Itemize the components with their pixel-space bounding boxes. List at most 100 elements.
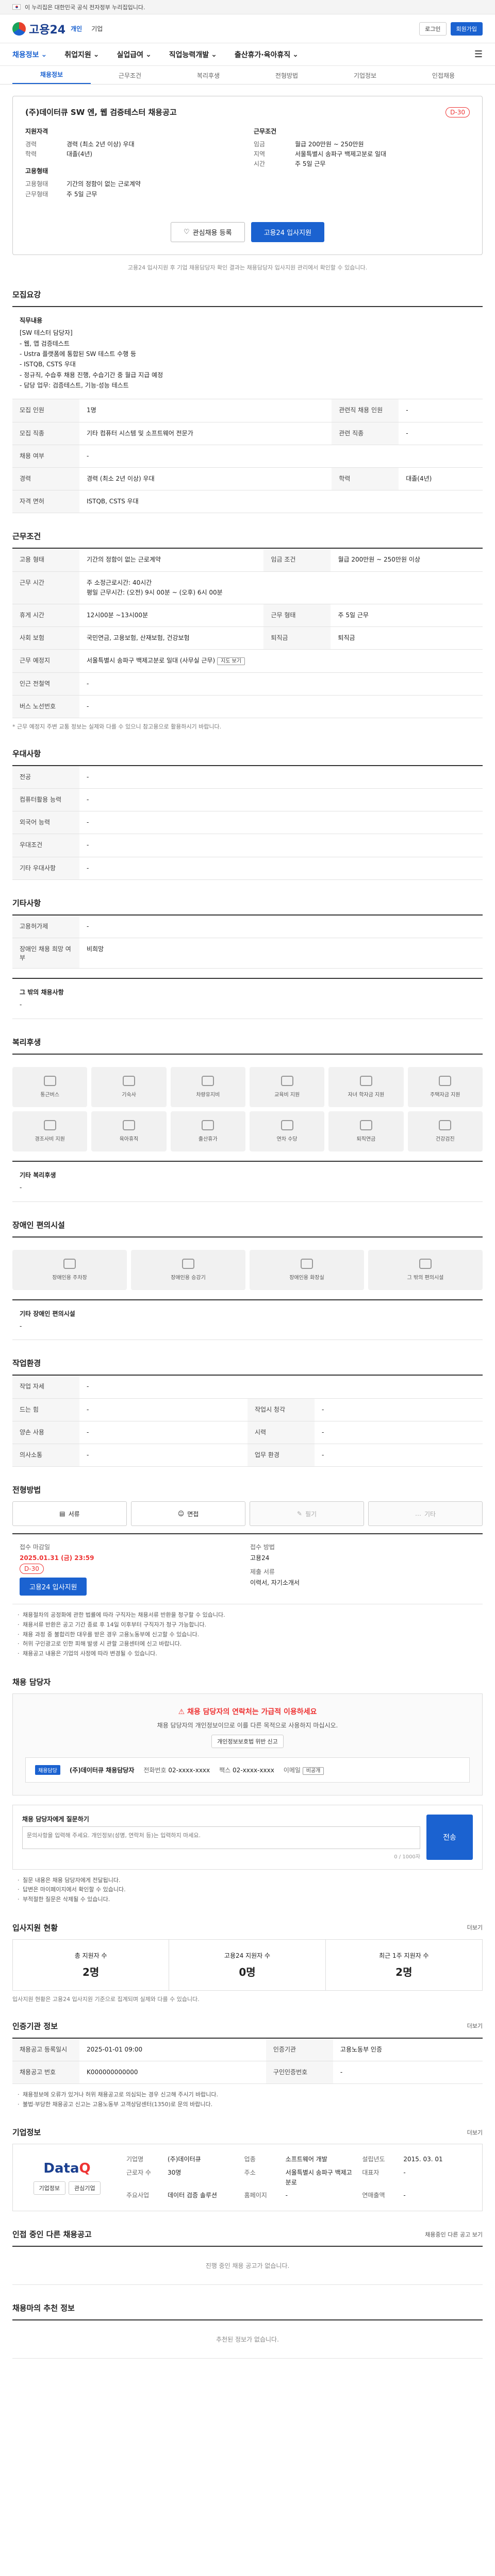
education-icon	[280, 1076, 293, 1087]
kv-key: 고용형태	[25, 180, 48, 188]
prefer-section: 우대사항 전공 - 컴퓨터활용 능력 - 외국어 능력 - 우대조건 - 기타 우대사항…	[12, 748, 483, 880]
etc-icon: …	[415, 1510, 421, 1518]
notice-item: 채용 과정 중 불합리한 대우를 받은 경우 고용노동부에 신고할 수 있습니다…	[18, 1630, 483, 1640]
top-link-personal[interactable]: 개인	[71, 24, 82, 33]
tab-process[interactable]: 전형방법	[248, 71, 326, 84]
section-title: 작업환경	[12, 1359, 41, 1368]
inquiry-input[interactable]	[22, 1826, 420, 1849]
welfare-section: 복리후생 통근버스 기숙사 차량유지비 교육비 지원 자녀 학자금 지원 주택자…	[12, 1037, 483, 1202]
more-link[interactable]: 더보기	[467, 2022, 483, 2030]
table-row: 드는 힘 - 작업시 청각 -	[12, 1398, 483, 1421]
kv-value: 경력 (최소 2년 이상) 우대	[67, 141, 135, 148]
section-title: 채용 담당자	[12, 1677, 51, 1687]
prefer-table: 전공 - 컴퓨터활용 능력 - 외국어 능력 - 우대조건 - 기타 우대사항 -	[12, 765, 483, 880]
table-row: 작업 자세 -	[12, 1375, 483, 1399]
inquiry-count: 0 / 1000자	[394, 1854, 420, 1860]
table-row: 채용공고 등록일시 2025-01-01 09:00 인증기관 고용노동부 인증	[12, 2038, 483, 2061]
house-icon	[439, 1076, 452, 1087]
inquiry-notes: 질문 내용은 채용 담당자에게 전달됩니다. 답변은 마이페이지에서 확인할 수…	[12, 1876, 483, 1905]
environment-table: 작업 자세 - 드는 힘 - 작업시 청각 - 양손 사용 - 시력 - 의사소통 - 업무 환경…	[12, 1375, 483, 1467]
method-document: ▤ 서류	[12, 1501, 127, 1527]
table-row: 사회 보험 국민연금, 고용보험, 산재보험, 건강보험 퇴직금 퇴직금	[12, 626, 483, 650]
chevron-down-icon: ⌄	[145, 50, 152, 59]
health-icon	[439, 1120, 452, 1131]
notice-item: 부적절한 질문은 삭제될 수 있습니다.	[18, 1895, 483, 1905]
chevron-down-icon: ⌄	[292, 50, 299, 59]
section-title: 인접 중인 다른 채용공고	[12, 2230, 92, 2240]
disability-box: 기타 장애인 편의시설 -	[12, 1299, 483, 1341]
welfare-item: 주택자금 지원	[407, 1066, 483, 1107]
table-row: 채용 여부 -	[12, 445, 483, 468]
gift-icon	[43, 1120, 56, 1131]
method-written: ✎ 필기	[250, 1501, 364, 1527]
table-row: 우대조건 -	[12, 834, 483, 857]
logo-icon	[12, 22, 26, 36]
environment-section: 작업환경 작업 자세 - 드는 힘 - 작업시 청각 - 양손 사용 - 시력 - 의사소통 -…	[12, 1358, 483, 1467]
section-title: 채용마의 추천 정보	[12, 2303, 75, 2313]
kv-key: 임금	[254, 141, 266, 148]
applicants-section: 입사지원 현황 더보기 총 지원자 수 2명 고용24 지원자 수 0명 최근 1주 …	[12, 1922, 483, 2003]
leave-icon	[202, 1120, 214, 1131]
job-content-box: 직무내용 [SW 테스터 담당자] - 웹, 앱 검증테스트 - Ustra 플…	[12, 306, 483, 400]
more-link[interactable]: 채용중인 다른 공고 보기	[425, 2230, 483, 2239]
gnb-item-training[interactable]: 직업능력개발 ⌄	[169, 49, 217, 60]
welfare-grid: 통근버스 기숙사 차량유지비 교육비 지원 자녀 학자금 지원 주택자금 지원 …	[12, 1066, 483, 1151]
deadline-label: 접수 마감일	[20, 1544, 51, 1551]
section-title: 인증기관 정보	[12, 2021, 58, 2031]
welfare-item: 자녀 학자금 지원	[328, 1066, 404, 1107]
table-row: 경력 경력 (최소 2년 이상) 우대 학력 대졸(4년)	[12, 467, 483, 491]
more-link[interactable]: 더보기	[467, 2128, 483, 2137]
manager-name: (주)데이터큐 채용담당자	[69, 1766, 135, 1774]
apply-button[interactable]: 고용24 입사지원	[251, 222, 324, 242]
top-links: 개인 기업	[71, 24, 103, 33]
notice-item: 채용서류 반환은 공고 기간 종료 후 14일 이후부터 구직자가 청구 가능합…	[18, 1620, 483, 1630]
tab-recruit[interactable]: 채용정보	[12, 70, 91, 84]
box-head: 그 밖의 채용사항	[20, 989, 64, 996]
site-logo[interactable]: 고용24	[12, 21, 65, 37]
global-nav: 채용정보 ⌄ 취업지원 ⌄ 실업급여 ⌄ 직업능력개발 ⌄ 출산휴가·육아휴직 ⌄ ☰	[0, 43, 495, 66]
table-row: 외국어 능력 -	[12, 811, 483, 835]
alert-icon: ⚠	[178, 1707, 185, 1716]
signup-button[interactable]: 회원가입	[450, 22, 483, 36]
manager-desc: 채용 담당자의 개인정보이므로 이를 다른 목적으로 사용하지 마십시오.	[157, 1721, 338, 1729]
docs-value: 이력서, 자기소개서	[250, 1579, 300, 1587]
notice-item: 답변은 마이페이지에서 확인할 수 있습니다.	[18, 1885, 483, 1895]
send-button[interactable]: 전송	[426, 1814, 473, 1860]
apply-button-2[interactable]: 고용24 입사지원	[20, 1578, 87, 1596]
gnb-item-leave[interactable]: 출산휴가·육아휴직 ⌄	[235, 49, 299, 60]
tab-company[interactable]: 기업정보	[326, 71, 404, 84]
kv-value: 월급 200만원 ~ 250만원	[295, 141, 364, 148]
section-title: 기업정보	[12, 2128, 41, 2138]
manager-section: 채용 담당자 ⚠ 채용 담당자의 연락처는 가급적 이용하세요 채용 담당자의 …	[12, 1676, 483, 1905]
manager-phone: 02-xxxx-xxxx	[168, 1766, 210, 1774]
stat-total: 총 지원자 수 2명	[13, 1939, 170, 1990]
welfare-item: 교육비 지원	[249, 1066, 325, 1107]
gnb-item-benefit[interactable]: 실업급여 ⌄	[117, 49, 152, 60]
section-tabs: 채용정보 근무조건 복리후생 전형방법 기업정보 인접채용	[0, 66, 495, 84]
chevron-down-icon: ⌄	[211, 50, 217, 59]
tab-conditions[interactable]: 근무조건	[91, 71, 169, 84]
hamburger-menu-icon[interactable]: ☰	[474, 49, 483, 60]
table-row: 근무 예정지 서울특별시 송파구 백제고분로 일대 (사무실 근무) 지도 보기	[12, 649, 483, 673]
gnb-item-support[interactable]: 취업지원 ⌄	[64, 49, 99, 60]
login-button[interactable]: 로그인	[419, 22, 447, 36]
top-link-company[interactable]: 기업	[91, 24, 103, 33]
more-link[interactable]: 더보기	[467, 1923, 483, 1931]
gnb-item-jobs[interactable]: 채용정보 ⌄	[12, 49, 47, 60]
gov-banner: 이 누리집은 대한민국 공식 전자정부 누리집입니다.	[0, 0, 495, 14]
save-job-button[interactable]: ♡ 관심채용 등록	[171, 222, 245, 242]
favorite-company-button[interactable]: 관심기업	[69, 2181, 101, 2195]
empty-message: 추천된 정보가 없습니다.	[12, 2319, 483, 2359]
map-button[interactable]: 지도 보기	[217, 657, 245, 666]
disability-section: 장애인 편의시설 장애인용 주차장 장애인용 승강기 장애인용 화장실 그 밖의…	[12, 1219, 483, 1341]
report-button[interactable]: 개인정보보호법 위반 신고	[211, 1734, 284, 1748]
company-info-button[interactable]: 기업정보	[33, 2181, 65, 2195]
pencil-icon: ✎	[296, 1510, 302, 1518]
other-jobs-section: 인접 중인 다른 채용공고 채용중인 다른 공고 보기 진행 중인 채용 공고가 …	[12, 2229, 483, 2285]
site-header: 고용24 개인 기업 로그인 회원가입	[0, 14, 495, 43]
applicant-stats: 총 지원자 수 2명 고용24 지원자 수 0명 최근 1주 지원자 수 2명	[12, 1939, 483, 1991]
notice-item: 채용정보에 오류가 있거나 허위 채용공고로 의심되는 경우 신고해 주시기 바…	[18, 2090, 483, 2100]
tab-nearby[interactable]: 인접채용	[404, 71, 483, 84]
facility-icon	[419, 1259, 432, 1269]
tab-welfare[interactable]: 복리후생	[169, 71, 248, 84]
